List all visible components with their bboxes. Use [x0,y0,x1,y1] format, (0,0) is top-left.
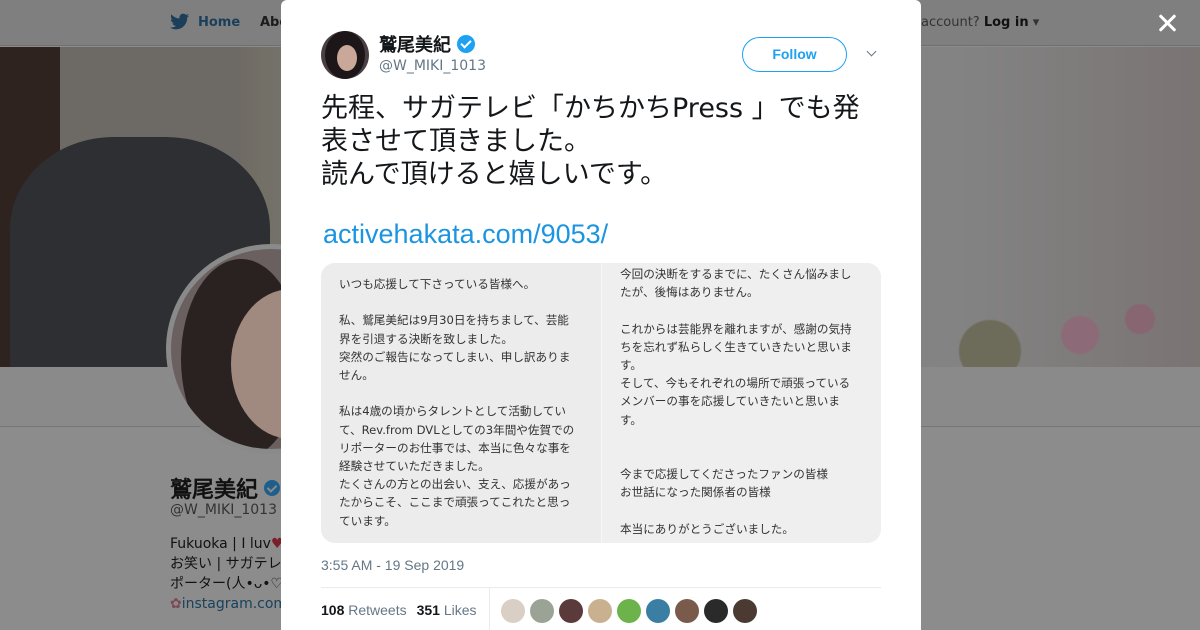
tweet-author-avatar[interactable] [321,31,369,79]
liker-avatar[interactable] [559,599,583,623]
bio-line-2: お笑い | サガテレ [170,556,282,572]
login-caret-icon[interactable]: ▾ [1033,15,1040,30]
profile-name-row: 鷲尾美紀 [170,472,281,504]
likes-count: 351 [416,602,440,618]
tweet-author-handle[interactable]: @W_MIKI_1013 [379,58,486,74]
bio-line-3: ポーター(人•ᴗ•♡) [170,576,289,592]
media-text-right: 今回の決断をするまでに、たくさん悩みまし たが、後悔はありません。 これからは芸… [601,263,881,543]
retweets-stat[interactable]: 108 Retweets [321,602,407,618]
retweets-label: Retweets [348,602,407,618]
liker-avatar[interactable] [530,599,554,623]
liker-avatar[interactable] [704,599,728,623]
login-link[interactable]: Log in [984,15,1029,30]
twitter-bird-icon [170,13,190,30]
bio-line-1: Fukuoka | I luv [170,536,271,552]
likes-label: Likes [443,602,477,618]
tweet-timestamp[interactable]: 3:55 AM - 19 Sep 2019 [321,557,464,573]
chevron-down-icon[interactable] [865,48,879,62]
stats-separator [489,588,490,630]
bio-link[interactable]: instagram.com [182,596,287,612]
verified-badge-icon [264,480,281,496]
banner-flowers [900,207,1200,367]
tweet-text: 先程、サガテレビ「かちかちPress 」でも発 表させて頂きました。 読んで頂け… [321,93,860,190]
login-area: account? Log in ▾ [921,15,1039,30]
tweet-link[interactable]: activehakata.com/9053/ [323,219,608,250]
profile-name: 鷲尾美紀 [170,478,259,503]
follow-button[interactable]: Follow [742,37,847,72]
verified-badge-icon [457,35,475,53]
likes-stat[interactable]: 351 Likes [417,602,477,618]
liker-avatar[interactable] [675,599,699,623]
profile-bio: Fukuoka | I luv♥ お笑い | サガテレ ポーター(人•ᴗ•♡) … [170,534,289,614]
tweet-modal: 鷲尾美紀 @W_MIKI_1013 Follow 先程、サガテレビ「かちかちPr… [281,0,921,630]
liker-avatar[interactable] [733,599,757,623]
tweet-author-name-row[interactable]: 鷲尾美紀 [379,31,475,57]
tweet-media-image[interactable]: いつも応援して下さっている皆様へ。 私、鷲尾美紀は9月30日を持ちまして、芸能 … [321,263,881,543]
liker-avatar[interactable] [617,599,641,623]
close-icon[interactable] [1153,10,1181,38]
divider [321,587,881,588]
liker-avatars [501,599,757,623]
nav-home-label: Home [198,14,241,30]
liker-avatar[interactable] [501,599,525,623]
account-prompt: account? [921,15,980,30]
nav-home-link[interactable]: Home [170,13,240,31]
liker-avatar[interactable] [646,599,670,623]
liker-avatar[interactable] [588,599,612,623]
profile-handle: @W_MIKI_1013 [170,502,277,518]
tweet-author-name: 鷲尾美紀 [379,35,451,56]
tweet-stats: 108 Retweets 351 Likes [321,602,477,618]
media-text-left: いつも応援して下さっている皆様へ。 私、鷲尾美紀は9月30日を持ちまして、芸能 … [321,263,601,543]
avatar-face [337,45,357,71]
retweets-count: 108 [321,602,345,618]
flower-icon: ✿ [170,596,182,612]
